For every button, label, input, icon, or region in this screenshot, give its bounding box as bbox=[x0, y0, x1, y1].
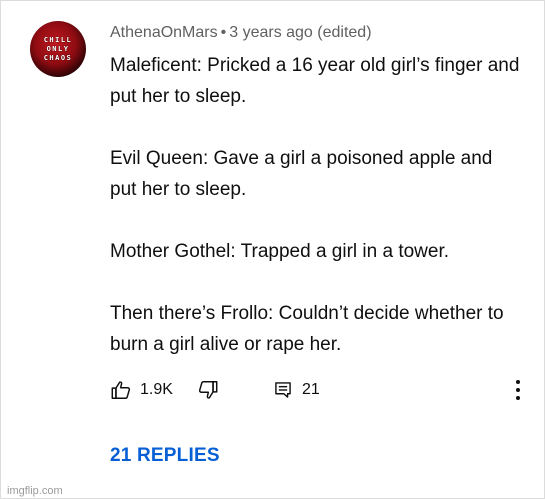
comment-paragraph: Evil Queen: Gave a girl a poisoned apple… bbox=[110, 148, 493, 200]
watermark: imgflip.com bbox=[7, 485, 63, 497]
comment-paragraph: Then there’s Frollo: Couldn’t decide whe… bbox=[110, 303, 504, 355]
reply-button[interactable]: 21 bbox=[273, 377, 320, 403]
reply-comment-icon bbox=[275, 382, 291, 398]
comment-timestamp[interactable]: 3 years ago (edited) bbox=[229, 24, 371, 41]
more-vertical-icon bbox=[516, 380, 520, 400]
comment-paragraph: Mother Gothel: Trapped a girl in a tower… bbox=[110, 241, 450, 262]
avatar-text-line: CHAOS bbox=[43, 53, 73, 62]
comment-actions: 1.9K 21 bbox=[110, 377, 530, 403]
thumbs-down-icon bbox=[198, 381, 218, 399]
separator-dot: • bbox=[220, 24, 227, 41]
like-count: 1.9K bbox=[140, 381, 173, 398]
comment-paragraph: Maleficent: Pricked a 16 year old girl’s… bbox=[110, 55, 520, 107]
avatar-text-line: CHILL bbox=[43, 35, 73, 44]
view-replies-link[interactable]: 21 REPLIES bbox=[110, 445, 220, 467]
avatar[interactable]: CHILL ONLY CHAOS bbox=[30, 21, 86, 77]
comment-text: Maleficent: Pricked a 16 year old girl’s… bbox=[110, 50, 520, 360]
like-button[interactable]: 1.9K bbox=[110, 377, 173, 403]
avatar-text-line: ONLY bbox=[46, 44, 70, 53]
thumbs-up-icon bbox=[111, 381, 131, 399]
more-options-button[interactable] bbox=[508, 377, 528, 403]
reply-count: 21 bbox=[302, 381, 320, 398]
comment-card: CHILL ONLY CHAOS AthenaOnMars • 3 years ag… bbox=[0, 0, 545, 499]
comment-header: AthenaOnMars • 3 years ago (edited) bbox=[110, 24, 372, 42]
dislike-button[interactable] bbox=[197, 377, 219, 403]
author-name[interactable]: AthenaOnMars bbox=[110, 24, 218, 41]
